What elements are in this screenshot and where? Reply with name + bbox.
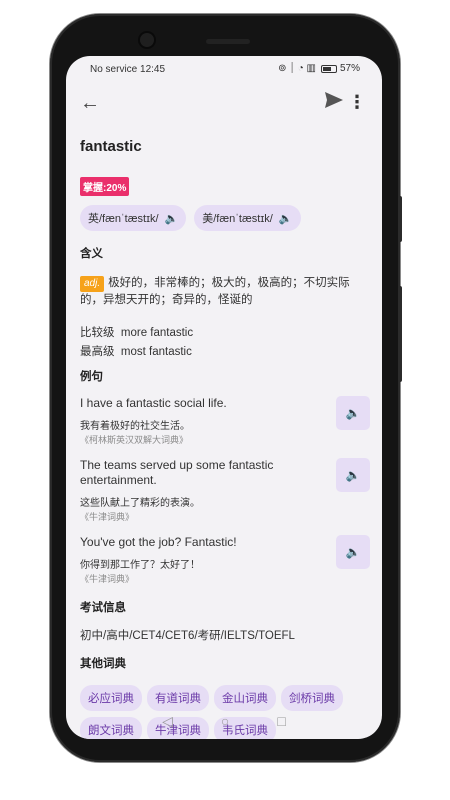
example-chinese: 你得到那工作了？太好了！ [80, 560, 200, 571]
system-nav-bar: ◁ ○ □ [66, 703, 382, 739]
back-arrow-icon[interactable]: ← [80, 92, 100, 115]
mastery-badge: 掌握:20% [80, 177, 130, 196]
dictionaries-heading: 其他词典 [80, 658, 126, 670]
battery-percent: 57% [339, 63, 360, 74]
word-detail: fantastic 掌握:20% 英/fænˈtæstɪk/ 🔈 美/fænˈt… [80, 138, 370, 739]
superlative-form: 最高级 most fantastic [80, 343, 370, 362]
app-bar: ← ⋮ [66, 86, 382, 122]
examples-heading: 例句 [80, 371, 103, 383]
definition-text: 极好的，非常棒的；极大的，极高的；不切实际的，异想天开的；奇异的，怪诞的 [80, 277, 350, 306]
pronunciation-uk-label: 英/fænˈtæstɪk/ [88, 213, 159, 225]
speaker-icon: 🔈 [164, 212, 179, 225]
example-source: 《牛津词典》 [80, 512, 135, 522]
exam-info: 初中/高中/CET4/CET6/考研/IELTS/TOEFL [80, 630, 295, 642]
form-label: 比较级 [80, 327, 115, 339]
definition: adj. 极好的，非常棒的；极大的，极高的；不切实际的，异想天开的；奇异的，怪诞的 [80, 275, 370, 308]
example-source: 《柯林斯英汉双解大词典》 [80, 435, 189, 445]
pronunciation-us[interactable]: 美/fænˈtæstɪk/ 🔈 [194, 205, 301, 231]
example-english: I have a fantastic social life. [80, 396, 227, 410]
form-value: most fantastic [120, 346, 192, 358]
example-chinese: 我有着极好的社交生活。 [80, 421, 190, 432]
play-audio-button[interactable]: 🔈 [336, 458, 370, 492]
comparative-form: 比较级 more fantastic [80, 324, 370, 343]
status-system-icons: ⊚ ⏐ ◔ ▥ [278, 63, 316, 74]
status-carrier-time: No service 12:45 [90, 64, 166, 75]
example-item: I have a fantastic social life. 我有着极好的社交… [80, 396, 370, 446]
form-label: 最高级 [80, 346, 115, 358]
pronunciation-uk[interactable]: 英/fænˈtæstɪk/ 🔈 [80, 205, 187, 231]
battery-icon [320, 64, 337, 73]
play-audio-button[interactable]: 🔈 [336, 535, 370, 569]
word-forms: 比较级 more fantastic 最高级 most fantastic [80, 324, 370, 362]
example-source: 《牛津词典》 [80, 574, 135, 584]
pronunciation-us-label: 美/fænˈtæstɪk/ [202, 213, 273, 225]
pronunciation-row: 英/fænˈtæstɪk/ 🔈 美/fænˈtæstɪk/ 🔈 [80, 205, 370, 231]
play-audio-button[interactable]: 🔈 [336, 396, 370, 430]
form-value: more fantastic [120, 327, 194, 339]
send-icon[interactable] [324, 91, 344, 114]
status-bar: No service 12:45 ⊚ ⏐ ◔ ▥ 57% [66, 56, 382, 82]
front-camera [140, 33, 154, 47]
earpiece-speaker [206, 39, 250, 44]
part-of-speech-badge: adj. [80, 276, 105, 292]
example-item: You've got the job? Fantastic! 你得到那工作了？太… [80, 535, 370, 585]
nav-recent-icon[interactable]: □ [277, 713, 285, 729]
example-english: The teams served up some fantastic enter… [80, 458, 274, 487]
example-english: You've got the job? Fantastic! [80, 535, 237, 549]
example-chinese: 这些队献上了精彩的表演。 [80, 498, 200, 509]
nav-back-icon[interactable]: ◁ [162, 713, 173, 730]
screen: No service 12:45 ⊚ ⏐ ◔ ▥ 57% ← ⋮ fantast… [66, 56, 382, 739]
power-button [398, 286, 402, 382]
status-icons: ⊚ ⏐ ◔ ▥ 57% [278, 63, 360, 74]
nav-home-icon[interactable]: ○ [221, 713, 229, 729]
volume-button [398, 196, 402, 242]
meaning-heading: 含义 [80, 248, 103, 260]
speaker-icon: 🔈 [278, 212, 293, 225]
example-item: The teams served up some fantastic enter… [80, 458, 370, 523]
more-options-icon[interactable]: ⋮ [348, 92, 366, 113]
word-title: fantastic [80, 138, 142, 155]
exam-heading: 考试信息 [80, 602, 126, 614]
